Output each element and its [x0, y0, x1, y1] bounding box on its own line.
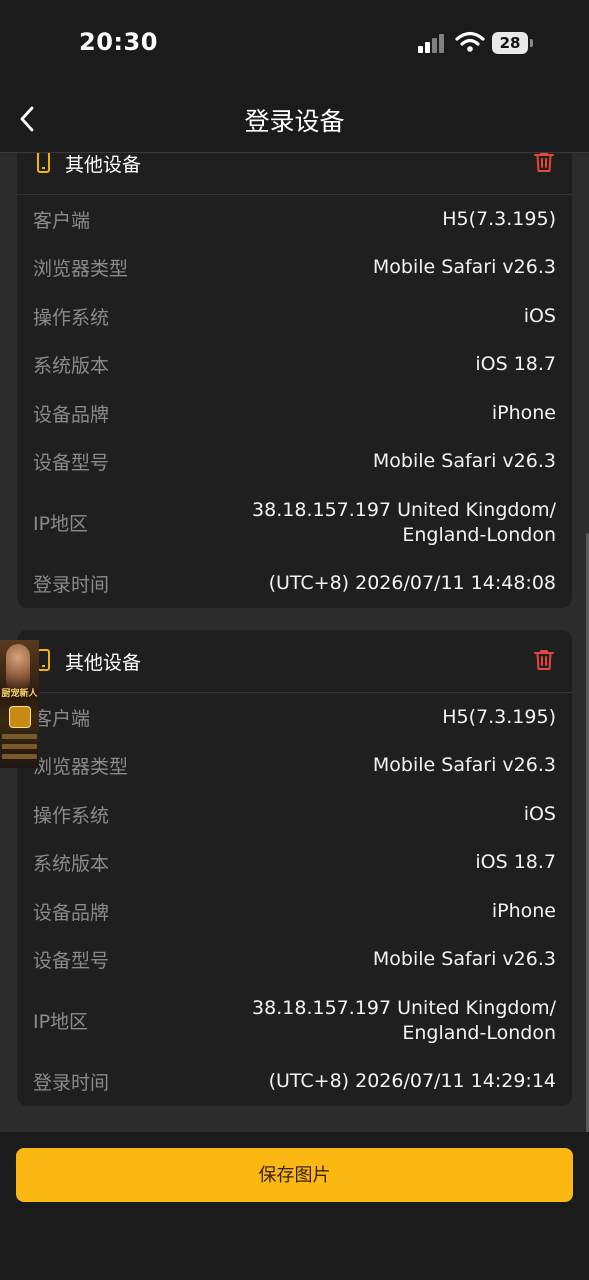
row-value: iPhone — [491, 401, 556, 424]
mobile-phone-icon — [37, 153, 50, 173]
row-label: IP地区 — [33, 513, 89, 535]
row-value: iOS 18.7 — [475, 851, 556, 874]
trash-icon[interactable] — [534, 153, 554, 173]
row-value: H5(7.3.195) — [442, 705, 556, 728]
detail-row-browser: 浏览器类型 Mobile Safari v26.3 — [33, 244, 556, 293]
row-value: (UTC+8) 2026/07/11 14:29:14 — [268, 1069, 556, 1092]
detail-row-browser: 浏览器类型 Mobile Safari v26.3 — [33, 742, 556, 791]
row-value: iOS — [523, 802, 556, 825]
ad-character-image — [6, 644, 30, 688]
detail-row-os: 操作系统 iOS — [33, 790, 556, 839]
battery-level: 28 — [492, 32, 528, 54]
row-value: iOS 18.7 — [475, 353, 556, 376]
row-value: iOS — [523, 304, 556, 327]
detail-row-os-version: 系统版本 iOS 18.7 — [33, 341, 556, 390]
ad-text: 厨宠新人 — [1, 689, 38, 699]
detail-row-os: 操作系统 iOS — [33, 292, 556, 341]
save-image-button[interactable]: 保存图片 — [16, 1148, 573, 1202]
row-value: Mobile Safari v26.3 — [372, 450, 556, 473]
row-label: IP地区 — [33, 1011, 89, 1033]
row-label: 设备型号 — [33, 950, 110, 973]
detail-row-model: 设备型号 Mobile Safari v26.3 — [33, 438, 556, 487]
ip-region-line: England-London — [402, 1021, 556, 1044]
cellular-signal-icon — [418, 33, 448, 53]
row-value: Mobile Safari v26.3 — [372, 948, 556, 971]
row-label: 浏览器类型 — [33, 258, 129, 281]
detail-row-brand: 设备品牌 iPhone — [33, 389, 556, 438]
row-label: 浏览器类型 — [33, 756, 129, 779]
row-value: H5(7.3.195) — [442, 207, 556, 230]
row-value: Mobile Safari v26.3 — [372, 754, 556, 777]
ad-decoration — [2, 754, 37, 759]
detail-row-login-time: 登录时间 (UTC+8) 2026/07/11 14:29:14 — [33, 1057, 556, 1106]
detail-row-login-time: 登录时间 (UTC+8) 2026/07/11 14:48:08 — [33, 559, 556, 608]
detail-row-client: 客户端 H5(7.3.195) — [33, 693, 556, 742]
row-label: 登录时间 — [33, 573, 110, 596]
device-card: 其他设备 客户端 H5(7.3.195) 浏览器类型 Mobile Safari v… — [17, 153, 572, 608]
detail-row-brand: 设备品牌 iPhone — [33, 887, 556, 936]
ad-logo — [9, 706, 31, 728]
navigation-bar: 登录设备 — [0, 90, 589, 153]
row-label: 设备品牌 — [33, 901, 110, 924]
row-value: 38.18.157.197 United Kingdom/England-Lon… — [252, 996, 556, 1046]
row-label: 登录时间 — [33, 1071, 110, 1094]
row-value: (UTC+8) 2026/07/11 14:48:08 — [268, 571, 556, 594]
detail-row-client: 客户端 H5(7.3.195) — [33, 195, 556, 244]
row-label: 客户端 — [33, 707, 91, 730]
row-label: 操作系统 — [33, 306, 110, 329]
row-label: 操作系统 — [33, 804, 110, 827]
trash-icon[interactable] — [534, 649, 554, 671]
ip-address-line: 38.18.157.197 United Kingdom/ — [252, 498, 556, 521]
row-value: iPhone — [491, 899, 556, 922]
status-bar: 20:30 28 — [0, 0, 589, 90]
row-label: 系统版本 — [33, 355, 110, 378]
ad-decoration — [2, 744, 37, 749]
detail-row-ip-region: IP地区 38.18.157.197 United Kingdom/England… — [33, 486, 556, 559]
page-title: 登录设备 — [244, 107, 345, 136]
device-title: 其他设备 — [65, 154, 142, 176]
ip-address-line: 38.18.157.197 United Kingdom/ — [252, 996, 556, 1019]
detail-row-model: 设备型号 Mobile Safari v26.3 — [33, 936, 556, 985]
battery-cap — [530, 39, 533, 47]
detail-row-os-version: 系统版本 iOS 18.7 — [33, 839, 556, 888]
device-card: 其他设备 客户端 H5(7.3.195) 浏览器类型 Mobile Safari v… — [17, 630, 572, 1106]
device-card-header: 其他设备 — [17, 153, 572, 195]
device-list[interactable]: 其他设备 客户端 H5(7.3.195) 浏览器类型 Mobile Safari v… — [0, 153, 589, 1132]
row-label: 设备型号 — [33, 452, 110, 475]
device-card-header: 其他设备 — [17, 630, 572, 693]
row-value: 38.18.157.197 United Kingdom/England-Lon… — [252, 498, 556, 548]
row-label: 客户端 — [33, 209, 91, 232]
device-title: 其他设备 — [65, 652, 142, 674]
wifi-icon — [455, 31, 485, 52]
row-label: 系统版本 — [33, 853, 110, 876]
ip-region-line: England-London — [402, 523, 556, 546]
row-value: Mobile Safari v26.3 — [372, 256, 556, 279]
floating-ad-banner[interactable]: 厨宠新人 — [0, 640, 39, 768]
bottom-action-bar: 保存图片 — [0, 1132, 589, 1280]
status-time: 20:30 — [79, 28, 158, 56]
ad-decoration — [2, 734, 37, 739]
row-label: 设备品牌 — [33, 403, 110, 426]
detail-row-ip-region: IP地区 38.18.157.197 United Kingdom/England… — [33, 984, 556, 1057]
